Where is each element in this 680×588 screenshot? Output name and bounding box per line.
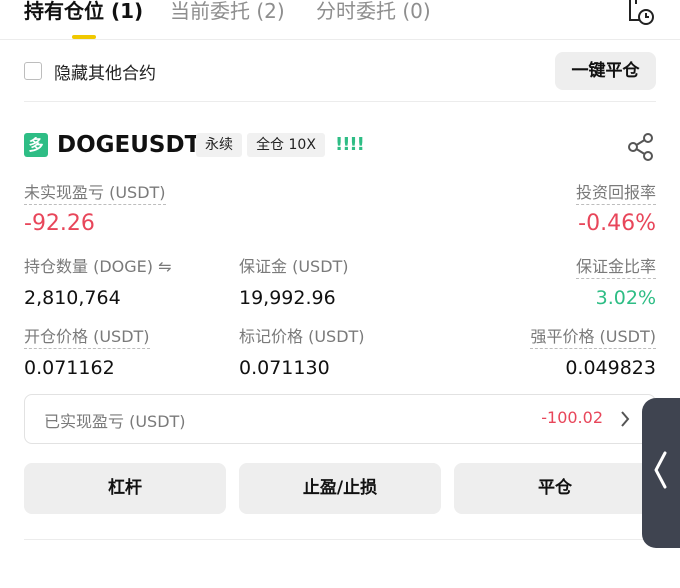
share-icon[interactable]	[626, 132, 656, 162]
mark-price-label: 标记价格 (USDT)	[239, 327, 365, 346]
close-all-button[interactable]: 一键平仓	[555, 52, 656, 90]
margin-label: 保证金 (USDT)	[239, 257, 349, 276]
tpsl-button[interactable]: 止盈/止损	[239, 463, 441, 514]
realized-pnl-label: 已实现盈亏 (USDT)	[44, 412, 186, 431]
contract-type-tag: 永续	[196, 133, 242, 157]
position-header: 多 DOGEUSDT 永续 全仓 10X !!!!	[24, 130, 656, 162]
margin-value: 19,992.96	[239, 287, 336, 309]
liq-price-label[interactable]: 强平价格 (USDT)	[530, 326, 656, 349]
position-size-value: 2,810,764	[24, 287, 121, 309]
active-tab-indicator	[72, 35, 96, 39]
unrealized-pnl-value: -92.26	[24, 211, 95, 236]
filter-row: 隐藏其他合约 一键平仓	[24, 52, 656, 90]
hide-other-label[interactable]: 隐藏其他合约	[54, 59, 156, 84]
leverage-button[interactable]: 杠杆	[24, 463, 226, 514]
history-icon[interactable]	[626, 0, 656, 26]
position-size-label[interactable]: 持仓数量 (DOGE) ⇋	[24, 256, 172, 278]
unrealized-pnl-label[interactable]: 未实现盈亏 (USDT)	[24, 182, 166, 205]
close-position-button[interactable]: 平仓	[454, 463, 656, 514]
tab-positions[interactable]: 持有仓位 (1)	[24, 0, 143, 24]
divider	[24, 101, 656, 102]
chevron-left-icon	[654, 451, 667, 489]
entry-price-value: 0.071162	[24, 357, 115, 379]
liq-price-value: 0.049823	[565, 357, 656, 379]
divider	[24, 539, 656, 540]
hide-other-checkbox[interactable]	[24, 62, 42, 80]
symbol-name[interactable]: DOGEUSDT	[57, 130, 200, 160]
side-panel-handle[interactable]	[642, 398, 680, 548]
roe-value: -0.46%	[578, 211, 656, 236]
long-side-badge: 多	[24, 133, 48, 157]
position-tabs: 持有仓位 (1) 当前委托 (2) 分时委托 (0)	[0, 0, 680, 40]
realized-pnl-row[interactable]: 已实现盈亏 (USDT) -100.02	[24, 394, 656, 444]
signal-strength-icon: !!!!	[335, 134, 365, 155]
margin-mode-tag[interactable]: 全仓 10X	[247, 133, 325, 157]
entry-price-label[interactable]: 开仓价格 (USDT)	[24, 326, 150, 349]
margin-ratio-label[interactable]: 保证金比率	[575, 256, 656, 279]
realized-pnl-value: -100.02	[541, 408, 603, 427]
tab-twap-orders[interactable]: 分时委托 (0)	[316, 0, 431, 24]
tab-open-orders[interactable]: 当前委托 (2)	[170, 0, 285, 24]
margin-ratio-value: 3.02%	[595, 287, 656, 309]
mark-price-value: 0.071130	[239, 357, 330, 379]
chevron-right-icon	[621, 411, 630, 427]
roe-label[interactable]: 投资回报率	[575, 182, 656, 205]
